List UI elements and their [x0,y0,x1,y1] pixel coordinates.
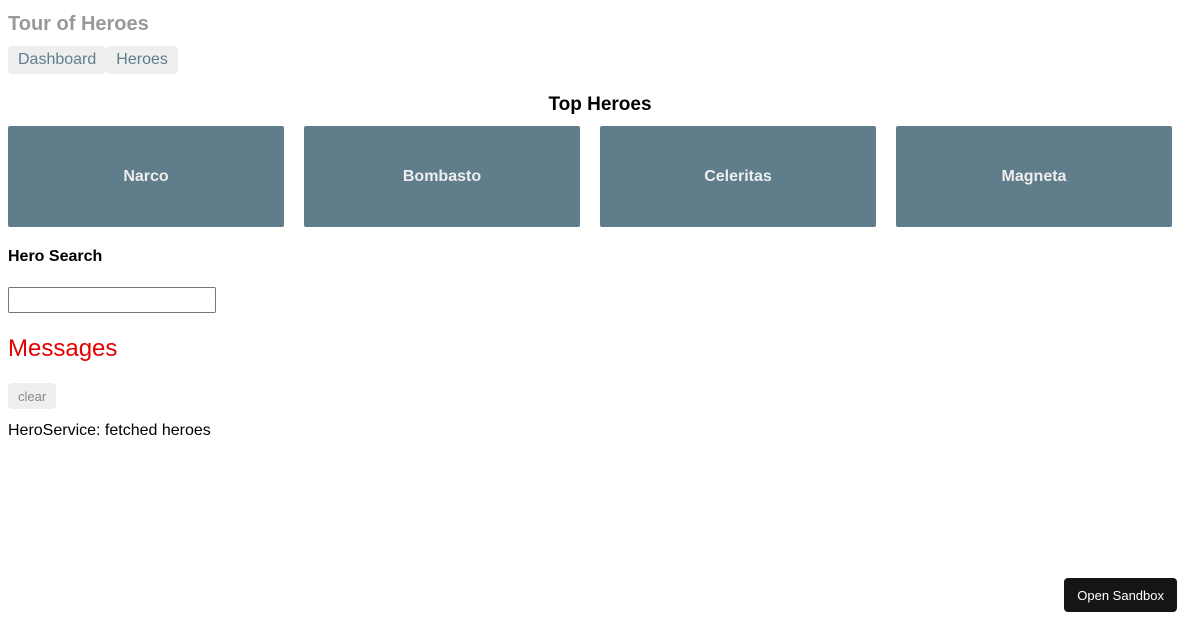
hero-name: Bombasto [402,167,482,185]
hero-card[interactable]: Magneta [896,126,1172,227]
hero-search-input[interactable] [8,287,216,313]
open-sandbox-button[interactable]: Open Sandbox [1064,578,1177,612]
message-item: HeroService: fetched heroes [8,422,211,439]
hero-name: Narco [123,167,169,185]
hero-name: Magneta [1001,167,1067,185]
clear-messages-button[interactable]: clear [8,383,57,409]
hero-card[interactable]: Narco [8,126,284,227]
app-title: Tour of Heroes [8,13,149,35]
messages-title: Messages [8,335,118,362]
app-root: Tour of Heroes Dashboard Heroes Top Hero… [0,0,1200,630]
hero-search-title: Hero Search [8,248,103,265]
nav-link-dashboard[interactable]: Dashboard [8,46,107,74]
hero-name: Celeritas [704,167,772,185]
top-heroes-title: Top Heroes [548,94,652,115]
top-heroes-grid: Narco Bombasto Celeritas Magneta [8,126,1172,227]
nav-link-heroes[interactable]: Heroes [106,46,178,74]
hero-card[interactable]: Bombasto [304,126,580,227]
hero-card[interactable]: Celeritas [600,126,876,227]
main-nav: Dashboard Heroes [8,46,1192,74]
